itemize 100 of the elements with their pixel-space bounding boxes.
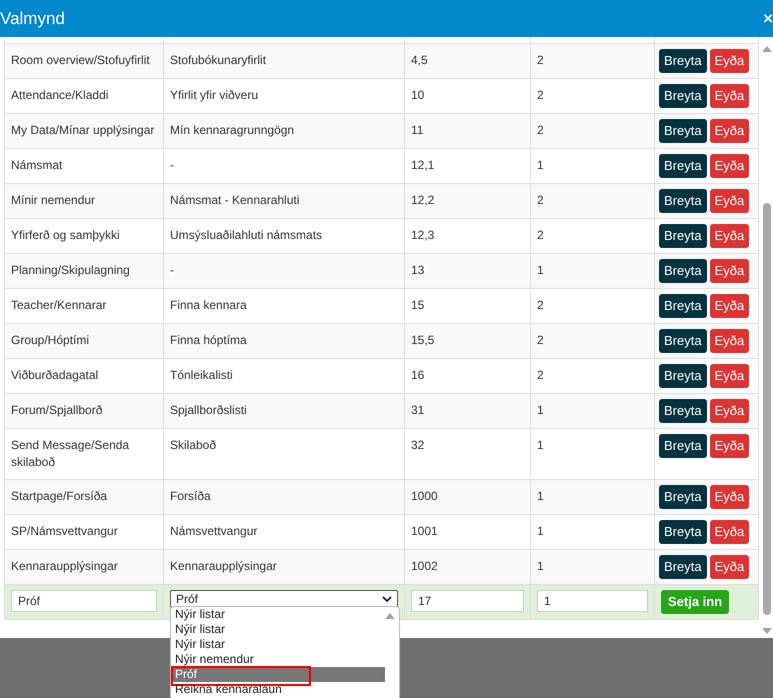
edit-button[interactable]: Breyta (659, 485, 707, 509)
delete-button[interactable]: Eyða (710, 119, 750, 143)
delete-button[interactable]: Eyða (710, 434, 750, 458)
table-cell: Viðburðadagatal (4, 358, 164, 394)
chevron-down-icon (382, 596, 392, 602)
edit-button[interactable]: Breyta (659, 364, 707, 388)
delete-button[interactable]: Eyða (710, 224, 750, 248)
table-cell: Finna kennara (164, 288, 404, 324)
table-cell: 1 (530, 254, 654, 288)
edit-button[interactable]: Breyta (659, 119, 707, 143)
table-cell: 1002 (404, 550, 530, 584)
delete-button[interactable]: Eyða (710, 189, 750, 213)
table-cell: 1 (530, 514, 654, 550)
dropdown-option[interactable]: Nýir listar (171, 622, 385, 637)
delete-button[interactable]: Eyða (710, 399, 750, 423)
table-cell: 12,1 (404, 148, 530, 184)
edit-button[interactable]: Breyta (659, 329, 707, 353)
dropdown-option[interactable]: Reikna kennaralaun (171, 682, 385, 697)
edit-button[interactable]: Breyta (659, 399, 707, 423)
table-cell: Finna hóptíma (164, 324, 404, 358)
table-cell: 32 (404, 428, 530, 480)
delete-button[interactable]: Eyða (710, 154, 750, 178)
table-cell: 13 (404, 254, 530, 288)
table-cell: Umsýsluaðilahluti námsmats (164, 218, 404, 254)
table-cell: 1 (530, 428, 654, 480)
table-cell: 2 (530, 184, 654, 218)
table-cell: 15,5 (404, 324, 530, 358)
table-cell: 1 (530, 550, 654, 584)
delete-button[interactable]: Eyða (710, 259, 750, 283)
delete-button[interactable]: Eyða (710, 294, 750, 318)
delete-button[interactable]: Eyða (710, 555, 750, 579)
table-cell: Send Message/Senda skilaboð (4, 428, 164, 480)
table-cell: Mínir nemendur (4, 184, 164, 218)
table-cell: Tónleikalisti (164, 358, 404, 394)
table-cell: Attendance/Kladdi (4, 78, 164, 114)
edit-button[interactable]: Breyta (659, 224, 707, 248)
edit-button[interactable]: Breyta (659, 49, 707, 73)
table-cell: - (164, 254, 404, 288)
edit-button[interactable]: Breyta (659, 434, 707, 458)
delete-button[interactable]: Eyða (710, 364, 750, 388)
table-cell: Stofubókunaryfirlit (164, 44, 404, 78)
dropdown-option[interactable]: Nýir listar (171, 607, 385, 622)
edit-button[interactable]: Breyta (659, 154, 707, 178)
table-cell: 10 (404, 78, 530, 114)
edit-button[interactable]: Breyta (659, 189, 707, 213)
table-cell: Kennaraupplýsingar (164, 550, 404, 584)
delete-button[interactable]: Eyða (710, 520, 750, 544)
scroll-up-icon[interactable] (762, 45, 772, 53)
name-field[interactable]: Próf (11, 590, 157, 612)
delete-button[interactable]: Eyða (710, 485, 750, 509)
delete-button[interactable]: Eyða (710, 84, 750, 108)
table-cell: 31 (404, 394, 530, 428)
table-cell: 15 (404, 288, 530, 324)
table-cell: - (164, 148, 404, 184)
table-cell: 2 (530, 78, 654, 114)
table-cell: 2 (530, 358, 654, 394)
table-cell: Startpage/Forsíða (4, 480, 164, 514)
table-cell: Group/Hóptími (4, 324, 164, 358)
table-cell: Kennaraupplýsingar (4, 550, 164, 584)
table-cell: 1 (530, 480, 654, 514)
edit-button[interactable]: Breyta (659, 84, 707, 108)
edit-button[interactable]: Breyta (659, 294, 707, 318)
table-cell: 1000 (404, 480, 530, 514)
table-cell: Forum/Spjallborð (4, 394, 164, 428)
table-cell: 1 (530, 148, 654, 184)
table-cell: SP/Námsvettvangur (4, 514, 164, 550)
table-cell: Námsmat - Kennarahluti (164, 184, 404, 218)
delete-button[interactable]: Eyða (710, 49, 750, 73)
table-cell: Planning/Skipulagning (4, 254, 164, 288)
table-cell: 11 (404, 114, 530, 148)
table-cell: Námsmat (4, 148, 164, 184)
scrollbar-thumb[interactable] (763, 203, 771, 615)
order-field[interactable]: 17 (411, 590, 524, 612)
table-cell: Mín kennaragrunngögn (164, 114, 404, 148)
table-cell: My Data/Mínar upplýsingar (4, 114, 164, 148)
level-field[interactable]: 1 (537, 590, 648, 612)
table-cell: 12,3 (404, 218, 530, 254)
table-cell: Forsíða (164, 480, 404, 514)
close-button[interactable]: × (763, 8, 773, 28)
table-cell: Spjallborðslisti (164, 394, 404, 428)
table-cell: 4,5 (404, 44, 530, 78)
scroll-down-icon[interactable] (762, 627, 772, 635)
edit-button[interactable]: Breyta (659, 259, 707, 283)
table-cell: Yfirferð og samþykki (4, 218, 164, 254)
table-cell: 16 (404, 358, 530, 394)
table-cell: 2 (530, 218, 654, 254)
table-cell: 1001 (404, 514, 530, 550)
dropdown-option[interactable]: Nýir nemendur (171, 652, 385, 667)
table-cell: 12,2 (404, 184, 530, 218)
table-cell: Teacher/Kennarar (4, 288, 164, 324)
table-cell: 1 (530, 394, 654, 428)
table-cell: 2 (530, 324, 654, 358)
edit-button[interactable]: Breyta (659, 555, 707, 579)
table-cell: Room overview/Stofuyfirlit (4, 44, 164, 78)
scroll-up-icon[interactable] (385, 612, 395, 620)
table-cell: Námsvettvangur (164, 514, 404, 550)
delete-button[interactable]: Eyða (710, 329, 750, 353)
edit-button[interactable]: Breyta (659, 520, 707, 544)
table-cell: Skilaboð (164, 428, 404, 480)
dropdown-option[interactable]: Nýir listar (171, 637, 385, 652)
